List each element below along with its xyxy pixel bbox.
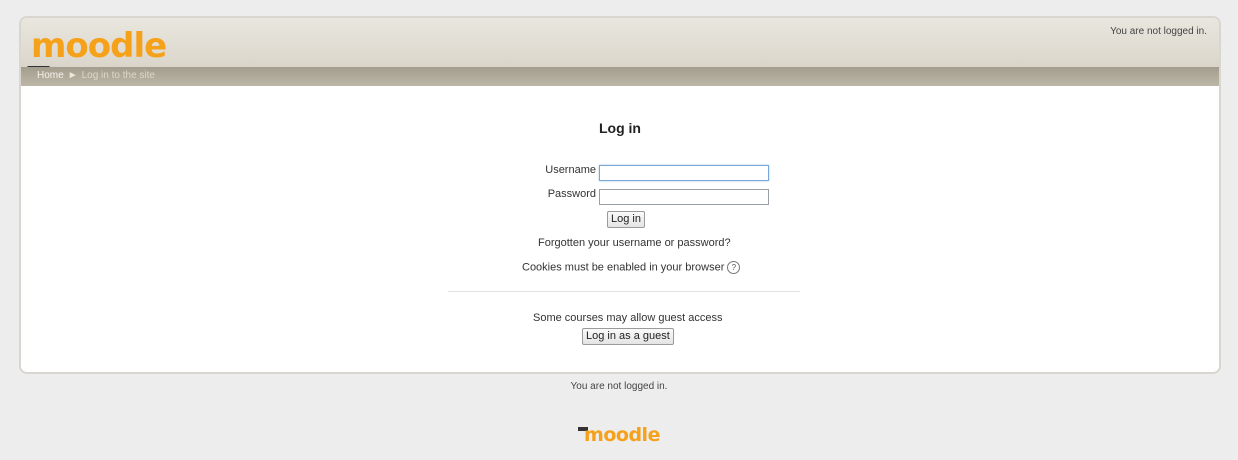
guest-login-button[interactable]: Log in as a guest — [582, 328, 674, 345]
help-icon[interactable]: ? — [727, 261, 741, 274]
password-label: Password — [547, 188, 596, 200]
logo-text: moodle — [31, 26, 167, 66]
cookies-notice: Cookies must be enabled in your browser? — [522, 261, 741, 274]
moodle-logo-icon[interactable]: moodle — [26, 26, 167, 70]
breadcrumb-current: Log in to the site — [81, 70, 155, 81]
section-divider — [448, 291, 800, 292]
footer-moodle-logo-icon[interactable]: moodle — [0, 424, 1238, 446]
footer-logo-text: moodle — [584, 424, 660, 446]
navigation-bar: Home ► Log in to the site — [21, 67, 1219, 86]
breadcrumb: Home ► Log in to the site — [37, 70, 155, 81]
login-button[interactable]: Log in — [607, 211, 645, 228]
cookies-text: Cookies must be enabled in your browser — [522, 261, 725, 274]
breadcrumb-home-link[interactable]: Home — [37, 70, 64, 81]
password-input[interactable] — [599, 189, 769, 205]
forgot-password-link[interactable]: Forgotten your username or password? — [538, 237, 731, 249]
page-header: moodle You are not logged in. Home ► Log i… — [21, 18, 1219, 86]
page-frame: moodle You are not logged in. Home ► Log i… — [19, 16, 1221, 374]
username-input[interactable] — [599, 165, 769, 181]
guest-access-text: Some courses may allow guest access — [533, 312, 723, 324]
breadcrumb-separator-icon: ► — [67, 70, 78, 81]
login-status-header: You are not logged in. — [1110, 26, 1207, 37]
login-status-footer: You are not logged in. — [570, 381, 668, 392]
username-label: Username — [545, 164, 596, 176]
page-title: Log in — [599, 120, 641, 136]
